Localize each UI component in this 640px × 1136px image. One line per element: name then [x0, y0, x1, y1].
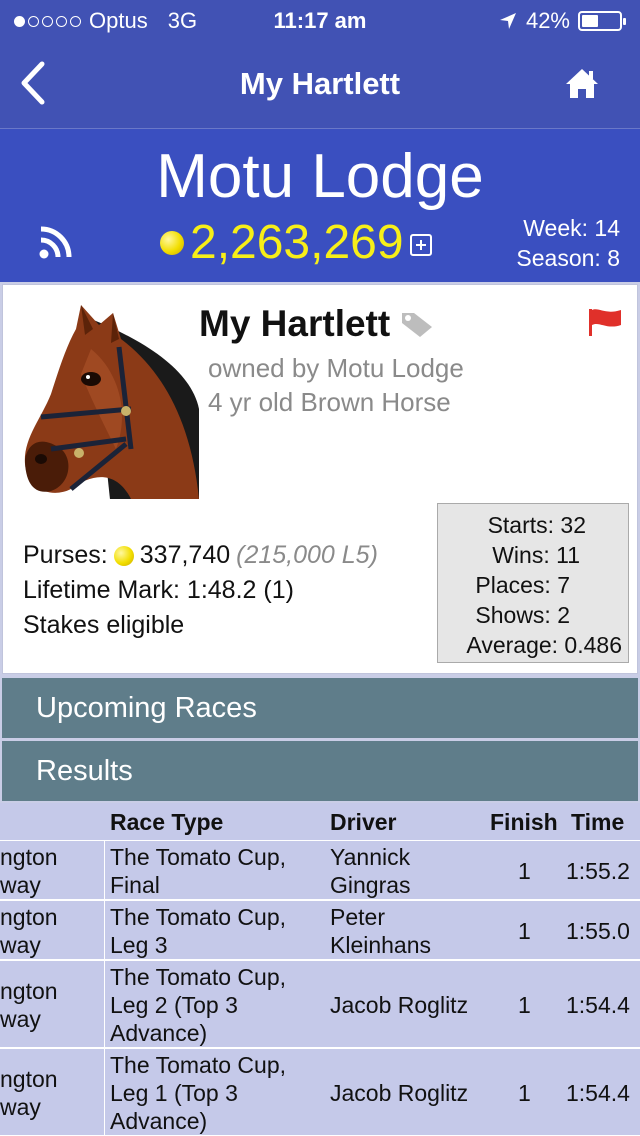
purses-value: 337,740: [139, 541, 231, 569]
stable-header: Motu Lodge 2,263,269 Week: 14 Season: 8: [0, 128, 640, 282]
home-icon[interactable]: [564, 66, 600, 102]
horse-purses: Purses: 337,740 (215,000 L5): [23, 541, 378, 570]
stakes-eligibility: Stakes eligible: [23, 611, 185, 639]
race-time: 1:54.4: [566, 1080, 630, 1106]
table-row[interactable]: ngton way The Tomato Cup, Final Yannick Gin…: [0, 841, 640, 901]
location-arrow-icon: [499, 13, 516, 29]
column-divider: [104, 841, 105, 1136]
table-row[interactable]: ngton way The Tomato Cup, Leg 2 (Top 3 Adva…: [0, 961, 640, 1049]
lifetime-mark: Lifetime Mark: 1:48.2 (1): [23, 576, 294, 604]
page-title: My Hartlett: [239, 66, 401, 101]
table-header: Race Type Driver Finish Time: [0, 803, 640, 841]
horse-owner: owned by Motu Lodge: [208, 353, 464, 383]
horse-card: My Hartlett owned by Motu Lodge 4 yr old…: [2, 284, 638, 674]
stat-wins: Wins: 11: [492, 542, 580, 568]
stat-shows: Shows: 2: [475, 602, 570, 628]
results-section[interactable]: Results: [2, 741, 638, 801]
coin-icon: [113, 545, 134, 566]
race-type: The Tomato Cup, Leg 1 (Top 3 Advance): [110, 1052, 287, 1134]
race-type: The Tomato Cup, Leg 3: [110, 904, 287, 958]
finish-position: 1: [518, 1080, 531, 1106]
finish-position: 1: [518, 918, 531, 944]
flag-icon[interactable]: [587, 307, 623, 337]
driver-name: Jacob Roglitz: [330, 992, 469, 1018]
track-name: ngton way: [0, 904, 58, 958]
table-row[interactable]: ngton way The Tomato Cup, Leg 1 (Top 3 Adva…: [0, 1049, 640, 1136]
track-name: ngton way: [0, 978, 58, 1032]
balance-display: 2,263,269: [160, 215, 432, 270]
finish-position: 1: [518, 992, 531, 1018]
balance-amount: 2,263,269: [190, 216, 404, 269]
season-label: Season: 8: [516, 245, 620, 271]
race-type: The Tomato Cup, Final: [110, 844, 287, 898]
horse-name: My Hartlett: [199, 303, 391, 344]
race-time: 1:55.0: [566, 918, 630, 944]
horse-portrait: [21, 299, 201, 509]
add-funds-icon[interactable]: [409, 233, 432, 256]
track-name: ngton way: [0, 1066, 58, 1120]
rss-feed-icon[interactable]: [38, 224, 74, 260]
horse-description: 4 yr old Brown Horse: [208, 387, 451, 417]
race-time: 1:54.4: [566, 992, 630, 1018]
stat-starts: Starts: 32: [487, 512, 586, 538]
table-row[interactable]: ngton way The Tomato Cup, Leg 3 Peter Klein…: [0, 901, 640, 961]
coin-icon: [160, 230, 184, 255]
race-time: 1:55.2: [566, 858, 630, 884]
top-bar: Optus 3G 11:17 am 42% My Hartlett: [0, 0, 640, 128]
stat-places: Places: 7: [475, 572, 570, 598]
purses-last5: (215,000 L5): [236, 541, 378, 569]
week-season: Week: 14 Season: 8: [516, 213, 620, 273]
driver-name: Peter Kleinhans: [330, 904, 432, 958]
upcoming-races-section[interactable]: Upcoming Races: [2, 678, 638, 738]
header-finish: Finish: [490, 809, 558, 835]
track-name: ngton way: [0, 844, 58, 898]
tag-icon[interactable]: [400, 309, 434, 339]
stats-box: Starts: 32 Wins: 11 Places: 7 Shows: 2 A…: [437, 503, 629, 663]
status-right: 42%: [498, 8, 626, 34]
header-time: Time: [571, 809, 625, 835]
race-type: The Tomato Cup, Leg 2 (Top 3 Advance): [110, 964, 287, 1046]
results-table: Race Type Driver Finish Time ngton way Th…: [0, 803, 640, 1136]
week-label: Week: 14: [523, 215, 620, 241]
driver-name: Jacob Roglitz: [330, 1080, 469, 1106]
purses-label: Purses:: [23, 541, 108, 569]
battery-percent: 42%: [525, 8, 570, 33]
driver-name: Yannick Gingras: [330, 844, 411, 898]
stat-average: Average: 0.486: [466, 632, 622, 658]
header-race-type: Race Type: [110, 809, 224, 835]
header-driver: Driver: [330, 809, 397, 835]
stable-name: Motu Lodge: [156, 142, 484, 211]
horse-name-row: My Hartlett: [199, 303, 434, 345]
finish-position: 1: [518, 858, 531, 884]
status-bar: Optus 3G 11:17 am 42%: [0, 0, 640, 40]
nav-bar: My Hartlett: [0, 40, 640, 128]
battery-icon: [578, 11, 626, 31]
